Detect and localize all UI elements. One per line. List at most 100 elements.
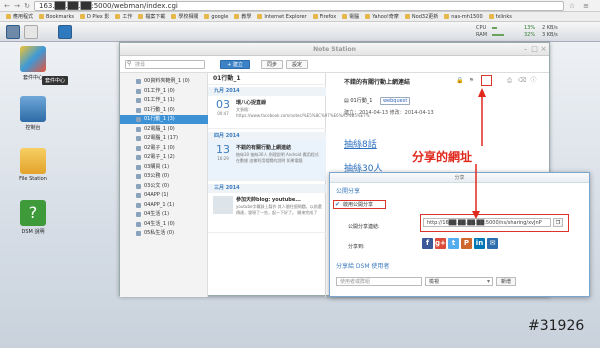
desktop-icon-dsm-help[interactable]: ? DSM 說明 — [13, 200, 53, 235]
info-icon[interactable]: ⓘ — [530, 77, 537, 84]
main-menu-button[interactable] — [6, 25, 20, 39]
notebook-icon — [136, 231, 141, 236]
print-icon[interactable]: ⎙ — [506, 77, 513, 84]
sync-button[interactable]: 同步 — [261, 60, 283, 69]
notebook-item[interactable]: 00資料夾範例_1 (0) — [120, 77, 208, 86]
add-button[interactable]: 新增 — [496, 277, 516, 286]
permission-select[interactable]: 檢視 — [425, 277, 493, 286]
notebook-item[interactable]: 02電子_1 (0) — [120, 144, 208, 153]
notebook-item[interactable]: 04APP (1) — [120, 191, 208, 200]
bookmark-item[interactable]: 檔案下載 — [138, 12, 165, 21]
dsm-taskbar: CPU RAM 13% 32% 2 KB/s 3 KB/s — [0, 22, 600, 42]
cpu-label: CPU — [476, 25, 487, 31]
desktop-icon-control-panel[interactable]: 控制台 — [13, 96, 53, 131]
minimize-icon[interactable]: – — [522, 46, 529, 53]
notebook-item[interactable]: 02電腦_1 (0) — [120, 125, 208, 134]
note-link[interactable]: 抽絲8話 — [344, 137, 377, 150]
bookmark-item[interactable]: Firefox — [312, 12, 337, 21]
bookmark-folder-icon — [342, 14, 348, 19]
desktop-icon-file-station[interactable]: File Station — [13, 148, 53, 182]
bookmark-item[interactable]: Nod32更新 — [404, 12, 438, 21]
notebook-item[interactable]: 01行動_1 (3) — [120, 115, 208, 124]
control-panel-icon — [20, 96, 46, 122]
bookmark-item[interactable]: 應用程式 — [6, 12, 33, 21]
ram-percent: 32% — [524, 32, 536, 38]
note-day: 13 — [216, 143, 230, 156]
notebook-item[interactable]: 05私生活 (0) — [120, 229, 208, 238]
close-icon[interactable]: × — [540, 46, 547, 53]
share-to-label: 分享到: — [348, 244, 365, 250]
google-plus-icon[interactable]: g+ — [435, 238, 446, 249]
bookmark-item[interactable]: Bookmarks — [39, 12, 74, 21]
bookmark-item[interactable]: 教學 — [234, 12, 251, 21]
bookmark-folder-icon — [365, 14, 371, 19]
notebook-label: 02電腦_1 (17) — [144, 135, 178, 141]
new-note-button[interactable]: + 建立 — [220, 60, 250, 69]
bookmark-item[interactable]: 工作 — [115, 12, 132, 21]
plurk-icon[interactable]: P — [461, 238, 472, 249]
watermark: #31926 — [528, 318, 585, 334]
notebook-item[interactable]: 03購買 (1) — [120, 163, 208, 172]
bookmark-item[interactable]: google — [204, 12, 228, 21]
notebook-item[interactable]: 02電腦_1 (17) — [120, 134, 208, 143]
bookmark-item[interactable]: 學校相關 — [171, 12, 198, 21]
maximize-icon[interactable]: □ — [531, 46, 538, 53]
bookmark-item[interactable]: Internet Explorer — [257, 12, 307, 21]
email-icon[interactable]: ✉ — [487, 238, 498, 249]
notebook-label: 03公文 (0) — [144, 182, 170, 189]
settings-button[interactable]: 設定 — [286, 60, 308, 69]
notebook-item[interactable]: 03公文 (0) — [120, 182, 208, 191]
show-desktop-button[interactable] — [24, 25, 38, 39]
notebook-label: 02電子_1 (0) — [144, 144, 175, 151]
notebook-icon — [136, 174, 141, 179]
tag-icon[interactable]: ⚑ — [468, 77, 475, 84]
share-icon[interactable]: ⠀ — [481, 75, 492, 86]
bookmark-item[interactable]: D Plex 影 — [79, 12, 109, 21]
forward-icon[interactable]: → — [13, 2, 21, 10]
note-station-taskbar-button[interactable] — [58, 25, 72, 39]
twitter-icon[interactable]: t — [448, 238, 459, 249]
notebook-item[interactable]: 04生活 (1) — [120, 210, 208, 219]
notebook-item[interactable]: 01工作_1 (0) — [120, 87, 208, 96]
bookmark-item[interactable]: 電腦 — [342, 12, 359, 21]
month-header: 四月 2014 — [208, 132, 326, 141]
bookmark-folder-icon — [404, 14, 410, 19]
note-tag[interactable]: webquest — [379, 97, 411, 105]
notebook-item[interactable]: 03公務 (0) — [120, 172, 208, 181]
notebook-item[interactable]: 04APP_1 (1) — [120, 201, 208, 210]
note-item[interactable]: 13 16:29 不錯的有關行動上網連結 抽絲30 抽絲30人 例理說明 Andr… — [208, 141, 326, 181]
enable-public-share-checkbox[interactable]: 啟用公開分享 — [333, 200, 386, 209]
reload-icon[interactable]: ↻ — [23, 2, 31, 10]
notebook-item[interactable]: 01工作_1 (1) — [120, 96, 208, 105]
notebook-icon — [136, 183, 141, 189]
note-notebook[interactable]: 01行動_1 — [350, 98, 372, 104]
bookmark-folder-icon — [171, 14, 177, 19]
trash-icon[interactable]: ⌫ — [518, 77, 526, 84]
url-field[interactable]: 163.██.██.██:5000/webman/index.cgi — [34, 1, 564, 11]
linkedin-icon[interactable]: in — [474, 238, 485, 249]
bookmark-item[interactable]: fxlinks — [488, 12, 512, 21]
copy-icon[interactable]: ❐ — [553, 218, 563, 227]
menu-icon[interactable]: ≡ — [582, 2, 590, 10]
notebook-label: 05私生活 (0) — [144, 230, 175, 236]
help-book-icon: ? — [20, 200, 46, 226]
facebook-icon[interactable]: f — [422, 238, 433, 249]
notebook-label: 03購買 (1) — [144, 163, 170, 170]
notebook-item[interactable]: 04生活_1 (0) — [120, 220, 208, 229]
note-item[interactable]: 03 00:47 環八心捉直線 文張格：https://www.facebook.… — [208, 96, 370, 129]
bookmark-item[interactable]: nas-mh1500 — [444, 12, 483, 21]
notebook-item[interactable]: 02電子_1 (2) — [120, 153, 208, 162]
notebook-icon — [136, 88, 141, 94]
note-item[interactable]: 參加天帥blog: youtube... youtube字幕錄上製作 其人間住個… — [208, 193, 326, 233]
user-group-input[interactable]: 使用者或群組 — [336, 277, 422, 286]
bookmark-label: Firefox — [319, 14, 337, 20]
note-title: 不錯的有關行動上網連結 — [236, 145, 292, 151]
note-excerpt: youtube字幕錄上製作 其人間住個問題，以前還傳達，發現了一些，起一下好了。… — [236, 204, 322, 215]
lock-icon[interactable]: 🔒 — [456, 77, 463, 84]
search-input[interactable]: ⚲ 搜尋 — [125, 60, 205, 69]
share-url-field[interactable]: http://16██.██.██.██:5000/ns/sharing/xvJ… — [423, 218, 551, 227]
notebook-item[interactable]: 01行動_1 (0) — [120, 106, 208, 115]
bookmark-item[interactable]: Yahoo!奇摩 — [365, 12, 399, 21]
star-icon[interactable]: ☆ — [568, 2, 576, 10]
back-icon[interactable]: ← — [3, 2, 11, 10]
